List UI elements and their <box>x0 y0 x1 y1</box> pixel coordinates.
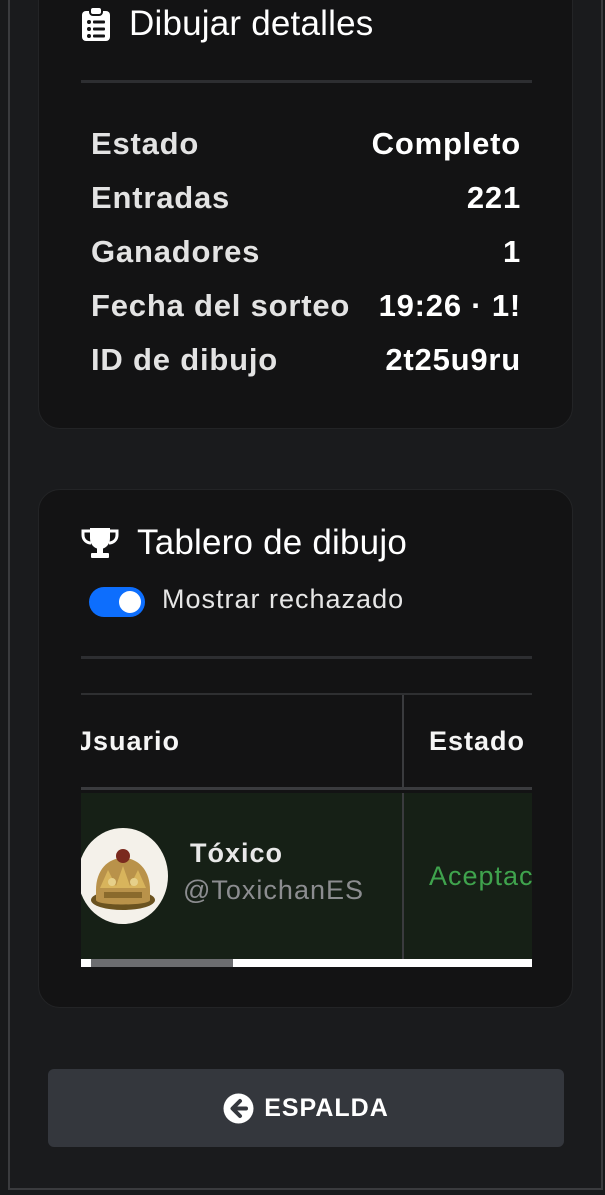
back-button-label: ESPALDA <box>264 1093 389 1122</box>
detail-label: Entradas <box>91 180 231 215</box>
detail-row-draw-date: Fecha del sorteo 19:26 · 1! <box>91 286 521 326</box>
board-divider <box>81 656 532 659</box>
board-header: Tablero de dibujo <box>81 523 407 563</box>
show-rejected-toggle[interactable] <box>89 587 145 617</box>
table-row[interactable]: Tóxico @ToxichanES Aceptac <box>81 793 532 959</box>
detail-value: 19:26 · 1! <box>378 288 521 323</box>
detail-label: ID de dibujo <box>91 342 278 377</box>
table-header-row: Jsuario Estado <box>81 693 532 790</box>
detail-label: Estado <box>91 126 200 161</box>
scrollbar-thumb[interactable] <box>91 959 233 967</box>
toggle-knob <box>119 591 141 613</box>
user-cell: Tóxico @ToxichanES <box>81 793 404 959</box>
status-cell: Aceptac <box>404 793 532 959</box>
avatar <box>81 828 168 924</box>
column-header-user[interactable]: Jsuario <box>81 695 404 787</box>
horizontal-scrollbar[interactable] <box>81 959 532 967</box>
detail-row-draw-id: ID de dibujo 2t25u9ru <box>91 340 521 380</box>
detail-value: 221 <box>466 180 521 215</box>
detail-value: Completo <box>371 126 521 161</box>
user-display-name: Tóxico <box>190 838 284 868</box>
details-header: Dibujar detalles <box>81 4 373 44</box>
board-title: Tablero de dibujo <box>137 523 407 562</box>
back-button[interactable]: ESPALDA <box>48 1069 564 1147</box>
clipboard-list-icon <box>81 6 111 42</box>
arrow-circle-left-icon <box>223 1093 254 1124</box>
draw-board-card: Tablero de dibujo Mostrar rechazado Jsua… <box>38 489 573 1008</box>
status-badge: Aceptac <box>429 861 532 891</box>
details-divider <box>81 80 532 83</box>
detail-row-status: Estado Completo <box>91 124 521 164</box>
detail-label: Ganadores <box>91 234 261 269</box>
entries-table[interactable]: Jsuario Estado Tóxico @ToxichanES Acepta… <box>81 693 532 971</box>
detail-label: Fecha del sorteo <box>91 288 351 323</box>
details-title: Dibujar detalles <box>129 4 374 43</box>
draw-details-card: Dibujar detalles Estado Completo Entrada… <box>38 0 573 429</box>
detail-value: 2t25u9ru <box>385 342 521 377</box>
user-handle[interactable]: @ToxichanES <box>183 875 364 906</box>
trophy-icon <box>81 526 119 560</box>
detail-value: 1 <box>502 234 521 269</box>
detail-row-winners: Ganadores 1 <box>91 232 521 272</box>
column-header-status[interactable]: Estado <box>404 695 532 787</box>
show-rejected-label[interactable]: Mostrar rechazado <box>162 584 404 615</box>
detail-row-entries: Entradas 221 <box>91 178 521 218</box>
